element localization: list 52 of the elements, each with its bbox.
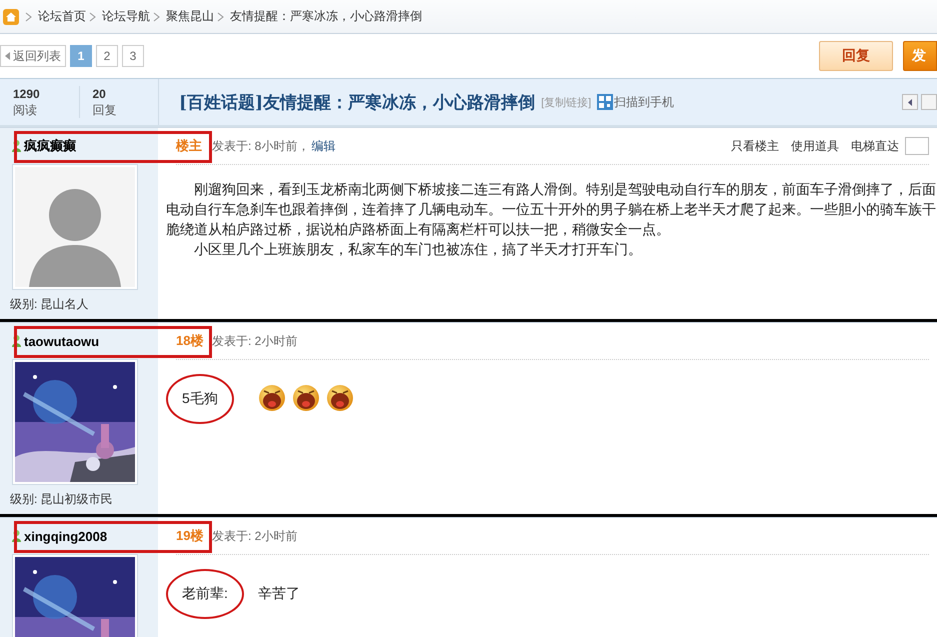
laughing-face-icon [326,384,354,412]
post-time: 发表于: 2小时前 [212,528,298,544]
user-level: 级别: 昆山初级市民 [10,491,114,508]
stat-number: 20 [92,86,107,102]
user-icon [12,335,21,347]
breadcrumb-link[interactable]: 论坛首页 [38,8,86,25]
post-tool-link[interactable]: 只看楼主 [731,138,779,154]
floor-label: 18楼 [176,332,204,350]
laughing-face-icon [292,384,320,412]
breadcrumb-link[interactable]: 聚焦昆山 [166,8,214,25]
left-triangle-icon [5,52,10,60]
page-button[interactable]: 2 [96,45,118,67]
post-text: 刚遛狗回来，看到玉龙桥南北两侧下桥坡接二连三有路人滑倒。特别是驾驶电动自行车的朋友，前面车子滑倒摔了，后面 [193,180,937,199]
author-name[interactable]: taowutaowu [24,334,100,348]
chevron-icon [153,12,160,22]
post-text: 小区里几个上班族朋友，私家车的车门也被冻住，搞了半天才打开车门。 [193,240,643,259]
chevron-icon [217,12,224,22]
post-text: 脆绕道从柏庐路过桥，据说柏庐路桥面上有隔离栏杆可以扶一把，稍微安全一点。 [166,220,671,239]
user-icon [12,140,21,152]
post-text: 辛苦了 [258,584,300,603]
edit-link[interactable]: 编辑 [311,138,336,154]
thread-title: [百姓话题]友情提醒：严寒冰冻，小心路滑摔倒 [179,92,536,114]
laughing-face-icon [258,384,286,412]
stat-number: 1290 [13,86,41,102]
left-triangle-icon [908,98,912,106]
author-name[interactable]: xingqing2008 [24,528,108,544]
floor-label: 楼主 [176,137,203,155]
post-tool-link[interactable]: 电梯直达 [851,138,899,154]
stat-label: 阅读 [13,102,38,118]
qr-code-icon [597,94,614,110]
post-text: 老前辈: [182,585,228,601]
post-text: 电动自行车急刹车也跟着摔倒，连着摔了几辆电动车。一位五十开外的男子躺在桥上老半天才爬了起来。一些胆小的骑车族干 [166,200,937,219]
post-text: 5毛狗 [182,390,218,406]
back-button[interactable]: 返回列表 [0,45,66,67]
reply-button[interactable]: 回复 [819,41,893,71]
author-name[interactable]: 疯疯癫癫 [24,137,76,155]
post-tool-link[interactable]: 使用道具 [791,138,839,154]
previous-button[interactable] [902,94,918,110]
home-icon [3,8,19,24]
floor-input[interactable] [905,137,929,155]
post-time: 发表于: 8小时前， [212,138,310,154]
user-level: 级别: 昆山名人 [10,296,90,313]
scan-link[interactable]: 扫描到手机 [614,94,674,110]
user-icon [12,530,21,542]
chevron-icon [25,12,32,22]
page-button[interactable]: 3 [122,45,144,67]
breadcrumb-link[interactable]: 论坛导航 [102,8,150,25]
breadcrumb-link[interactable]: 友情提醒：严寒冰冻，小心路滑摔倒 [230,8,422,25]
post-time: 发表于: 2小时前 [212,332,298,350]
chevron-icon [89,12,96,22]
floor-label: 19楼 [176,527,204,545]
stat-label: 回复 [92,102,118,118]
